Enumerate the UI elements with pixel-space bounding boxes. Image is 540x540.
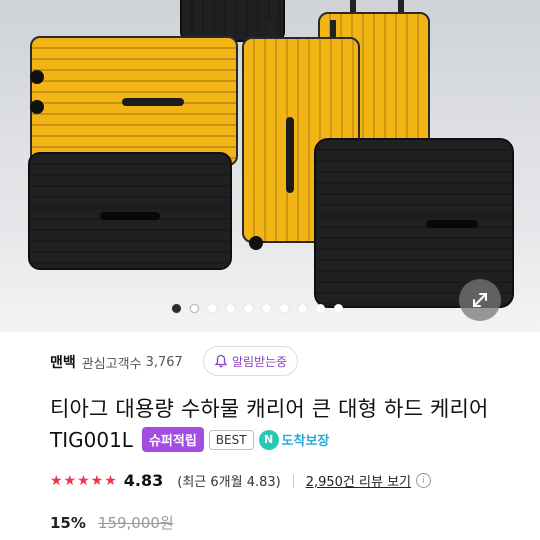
alert-label: 알림받는중 [232,354,288,369]
expand-icon [473,293,487,307]
rating-row: ★★★★★ 4.83 (최근 6개월 4.83) 2,950건 리뷰 보기 i [50,471,431,490]
suitcase-handle [100,212,160,220]
seller-row: 맨백 관심고객수 3,767 [50,352,183,372]
rating-score: 4.83 [123,471,164,490]
carousel-dot[interactable] [316,304,325,313]
product-code: TIG001L [50,427,133,452]
carousel-dot-active[interactable] [172,304,181,313]
super-points-badge: 슈퍼적립 [141,427,204,452]
delivery-guarantee-label: 도착보장 [281,434,330,449]
star-rating-icon: ★★★★★ [50,472,118,489]
notification-toggle-button[interactable]: 알림받는중 [203,346,299,376]
info-icon[interactable]: i [416,473,431,488]
original-price: 159,000원 [97,514,174,532]
view-reviews-link[interactable]: 2,950건 리뷰 보기 [306,471,411,490]
carousel-dot[interactable] [280,304,289,313]
bell-icon [214,354,228,368]
delivery-guarantee-badge: N 도착보장 [258,429,330,450]
carousel-dot[interactable] [190,304,199,313]
best-badge: BEST [208,429,254,450]
expand-image-button[interactable] [459,279,501,321]
carousel-dot[interactable] [208,304,217,313]
n-delivery-icon: N [258,429,279,450]
interest-label: 관심고객수 [81,356,142,372]
divider [292,473,294,488]
carousel-dot[interactable] [244,304,253,313]
price-row: 15% 159,000원 [50,512,174,533]
suitcase-wheel [249,236,263,250]
carousel-indicator [172,304,343,313]
carousel-dot[interactable] [262,304,271,313]
suitcase-wheel [30,100,44,114]
suitcase-handle [426,220,478,228]
suitcase-black-lying [28,152,232,270]
product-title: 티아그 대용량 수하물 캐리어 큰 대형 하드 케리어 [50,397,489,421]
carousel-dot[interactable] [298,304,307,313]
product-image-gallery[interactable] [0,0,540,332]
suitcase-handle [122,98,184,106]
suitcase-handle [286,117,294,193]
carousel-dot[interactable] [334,304,343,313]
interest-count: 3,767 [145,354,183,370]
recent-rating: (최근 6개월 4.83) [177,475,281,490]
product-code-row: TIG001L 슈퍼적립 BEST N 도착보장 [50,427,329,452]
product-info-panel: 맨백 관심고객수 3,767 알림받는중 티아그 대용량 수하물 캐리어 큰 대… [0,332,540,540]
suitcase-yellow-lying [30,36,238,166]
seller-name[interactable]: 맨백 [50,352,76,372]
suitcase-wheel [30,70,44,84]
carousel-dot[interactable] [226,304,235,313]
discount-rate: 15% [50,513,86,532]
